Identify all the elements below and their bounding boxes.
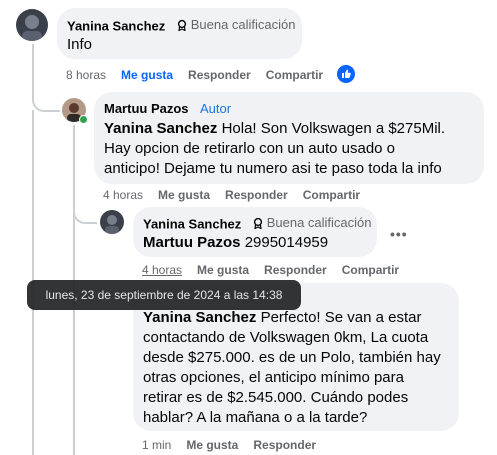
comment-actions: 4 horas Me gusta Responder Compartir [142,263,399,277]
comment-author[interactable]: Yanina Sanchez [67,19,165,34]
comment-text: Martuu Pazos 2995014959 [143,234,329,251]
like-button[interactable]: Me gusta [197,263,249,277]
share-button[interactable]: Compartir [342,263,399,277]
timestamp[interactable]: 1 min [142,438,171,452]
mention-link[interactable]: Yanina Sanchez [143,309,256,326]
mention-link[interactable]: Martuu Pazos [143,234,241,251]
online-status-dot [79,115,88,124]
like-reaction-icon[interactable] [337,65,355,83]
top-rating-badge: Buena calificación [252,215,372,230]
top-rating-badge: Buena calificación [176,17,296,32]
thread-line [32,44,60,112]
reply-button[interactable]: Responder [188,68,251,82]
comment-bubble: Yanina Sanchez Buena calificación Martuu… [133,207,377,257]
share-button[interactable]: Compartir [266,68,323,82]
comment-text: Info [67,36,93,53]
author-badge: Autor [199,101,232,116]
comment-text: Yanina Sanchez Perfecto! Se van a estar … [143,309,441,426]
timestamp[interactable]: 8 horas [66,68,106,82]
badge-label: Buena calificación [190,17,296,32]
share-button[interactable]: Compartir [303,188,360,202]
comment-actions: 4 horas Me gusta Responder Compartir [103,188,360,202]
comment-bubble: Martuu Pazos Autor Yanina Sanchez Hola! … [94,92,484,184]
like-button[interactable]: Me gusta [158,188,210,202]
comment-text: Yanina Sanchez Hola! Son Volkswagen a $2… [104,120,446,177]
timestamp[interactable]: 4 horas [142,263,182,277]
reply-button[interactable]: Responder [253,438,316,452]
comment-author[interactable]: Martuu Pazos [104,101,189,116]
comment-actions: 8 horas Me gusta Responder Compartir [66,68,323,82]
comment-author[interactable]: Yanina Sanchez [143,217,241,232]
avatar[interactable] [16,9,48,41]
more-options-button[interactable]: ••• [390,226,408,242]
mention-link[interactable]: Yanina Sanchez [104,120,217,137]
timestamp[interactable]: 4 horas [103,188,143,202]
timestamp-tooltip: lunes, 23 de septiembre de 2024 a las 14… [27,280,301,310]
reply-button[interactable]: Responder [225,188,288,202]
like-button[interactable]: Me gusta [121,68,173,82]
badge-icon [177,19,186,31]
comment-bubble: Yanina Sanchez Buena calificación Info [57,8,302,59]
badge-label: Buena calificación [266,215,372,230]
comment-actions: 1 min Me gusta Responder [142,438,316,452]
avatar[interactable] [100,210,124,234]
badge-icon [253,217,262,229]
like-button[interactable]: Me gusta [186,438,238,452]
thread-line [73,196,97,224]
reply-button[interactable]: Responder [264,263,327,277]
